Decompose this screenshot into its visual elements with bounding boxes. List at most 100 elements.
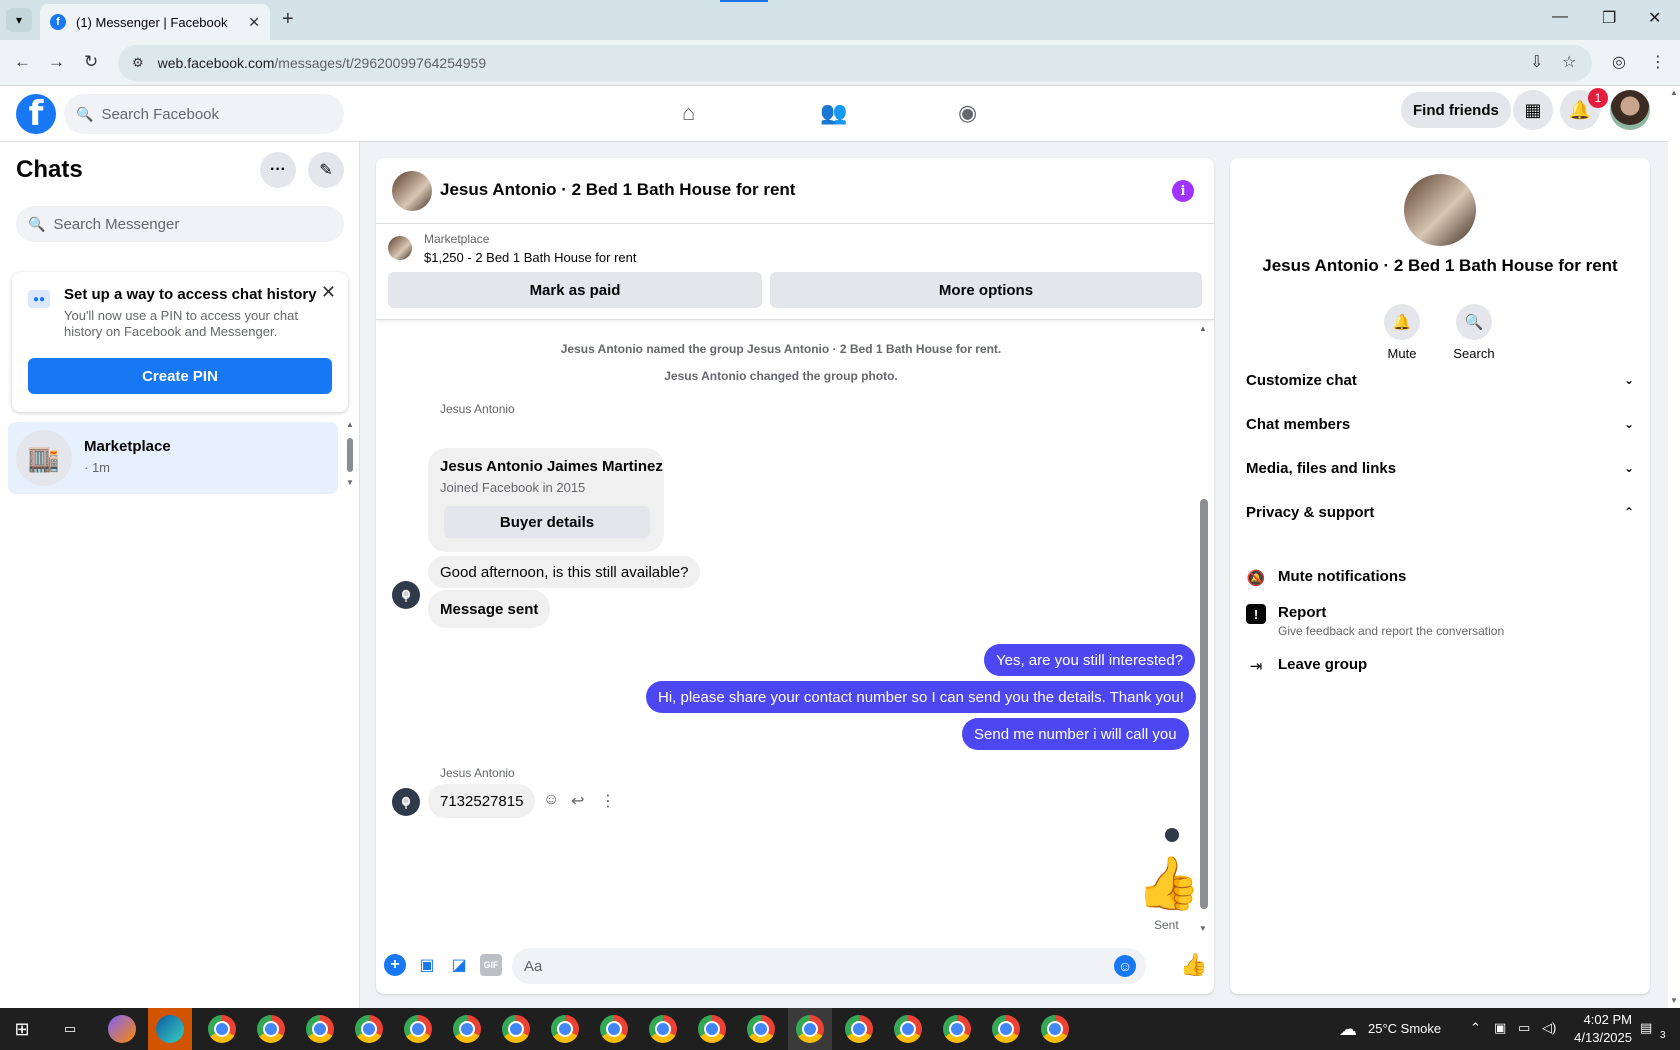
scrollbar-thumb[interactable]	[347, 438, 353, 472]
facebook-search-input[interactable]: 🔍 Search Facebook	[64, 94, 344, 134]
account-avatar[interactable]	[1610, 90, 1650, 130]
scroll-down-icon[interactable]: ▼	[1670, 996, 1678, 1005]
chat-members-section[interactable]: Chat members ⌄	[1246, 404, 1634, 444]
windows-start-icon[interactable]: ⊞	[8, 1015, 36, 1043]
page-scrollbar[interactable]: ▲ ▼	[1668, 86, 1680, 1008]
address-bar[interactable]: ⚙ web.facebook.com/messages/t/2962009976…	[118, 45, 1592, 81]
chat-list-item-marketplace[interactable]: 🏬 Marketplace · 1m	[8, 422, 338, 494]
volume-icon[interactable]: ◁)	[1542, 1020, 1556, 1036]
scroll-down-icon[interactable]: ▼	[346, 478, 354, 487]
leave-group-item[interactable]: ⇥ Leave group	[1246, 656, 1634, 680]
messenger-search-input[interactable]: 🔍 Search Messenger	[16, 206, 344, 242]
group-avatar-large[interactable]	[1404, 174, 1476, 246]
mark-as-paid-button[interactable]: Mark as paid	[388, 272, 762, 308]
sender-avatar[interactable]: ⚲	[392, 581, 420, 609]
chrome-icon[interactable]	[306, 1015, 334, 1043]
chrome-icon[interactable]	[208, 1015, 236, 1043]
chrome-icon[interactable]	[992, 1015, 1020, 1043]
new-message-icon[interactable]: ✎	[308, 152, 344, 188]
chrome-icon[interactable]	[796, 1015, 824, 1043]
reload-icon[interactable]: ↻	[84, 52, 98, 72]
forward-icon[interactable]: →	[48, 52, 65, 72]
report-item[interactable]: ! Report Give feedback and report the co…	[1246, 604, 1634, 644]
weather-text[interactable]: 25°C Smoke	[1368, 1021, 1441, 1036]
conversation-scrollbar[interactable]: ▲ ▼	[1198, 324, 1210, 934]
chrome-icon[interactable]	[747, 1015, 775, 1043]
chrome-icon[interactable]	[453, 1015, 481, 1043]
chrome-icon[interactable]	[600, 1015, 628, 1043]
meet-icon[interactable]: ▣	[1494, 1020, 1506, 1036]
gif-icon[interactable]: GIF	[480, 954, 502, 976]
bell-icon[interactable]: 🔔	[1384, 304, 1420, 340]
profile-icon[interactable]: ◎	[1612, 52, 1626, 72]
privacy-support-section[interactable]: Privacy & support ⌃	[1246, 492, 1634, 532]
like-send-icon[interactable]: 👍	[1180, 952, 1207, 978]
message-input[interactable]: Aa ☺	[512, 948, 1146, 984]
weather-icon[interactable]: ☁	[1334, 1015, 1362, 1043]
chrome-icon[interactable]	[845, 1015, 873, 1043]
search-icon[interactable]: 🔍	[1456, 304, 1492, 340]
new-tab-button[interactable]: +	[282, 8, 294, 31]
tab-search-button[interactable]: ▾	[6, 8, 32, 32]
scrollbar-thumb[interactable]	[1200, 499, 1208, 909]
browser-tab-messenger[interactable]: f (1) Messenger | Facebook ✕	[40, 4, 270, 40]
outgoing-message[interactable]: Yes, are you still interested?	[984, 644, 1196, 676]
chrome-icon[interactable]	[257, 1015, 285, 1043]
chrome-icon[interactable]	[502, 1015, 530, 1043]
chrome-icon[interactable]	[943, 1015, 971, 1043]
groups-icon[interactable]: ◉	[958, 100, 977, 126]
chrome-icon[interactable]	[649, 1015, 677, 1043]
chats-options-icon[interactable]: ···	[260, 152, 296, 188]
site-info-icon[interactable]: ⚙	[132, 55, 144, 71]
thumbs-up-sticker-icon[interactable]: 👍	[1136, 858, 1201, 910]
home-icon[interactable]: ⌂	[682, 100, 695, 126]
scroll-down-icon[interactable]: ▼	[1199, 924, 1207, 933]
close-icon[interactable]: ✕	[321, 282, 336, 303]
chat-list-scrollbar[interactable]: ▲ ▼	[346, 420, 354, 500]
find-friends-button[interactable]: Find friends	[1401, 92, 1511, 128]
clock-date[interactable]: 4/13/2025	[1566, 1030, 1632, 1045]
network-icon[interactable]: ▭	[1518, 1020, 1530, 1036]
outgoing-message[interactable]: Hi, please share your contact number so …	[646, 681, 1196, 713]
more-actions-icon[interactable]: ⋮	[600, 791, 616, 811]
facebook-logo-icon[interactable]: f	[16, 94, 56, 134]
chrome-icon[interactable]	[698, 1015, 726, 1043]
attach-photo-icon[interactable]: ▣	[416, 954, 438, 976]
incoming-message[interactable]: 7132527815	[428, 784, 536, 818]
chrome-icon[interactable]	[1041, 1015, 1069, 1043]
listing-thumbnail[interactable]	[388, 236, 412, 260]
mute-action[interactable]: 🔔 Mute	[1367, 304, 1437, 361]
buyer-details-button[interactable]: Buyer details	[444, 506, 650, 538]
add-actions-icon[interactable]: +	[384, 954, 406, 976]
group-avatar[interactable]	[392, 171, 432, 211]
incoming-message[interactable]: Message sent	[428, 590, 551, 628]
react-emoji-icon[interactable]: ☺	[543, 791, 559, 809]
minimize-icon[interactable]: —	[1552, 8, 1568, 26]
conversation-title[interactable]: Jesus Antonio · 2 Bed 1 Bath House for r…	[440, 180, 795, 200]
scroll-up-icon[interactable]: ▲	[1670, 88, 1678, 97]
friends-icon[interactable]: 👥	[820, 100, 847, 126]
chrome-icon[interactable]	[894, 1015, 922, 1043]
install-app-icon[interactable]: ⇩	[1530, 52, 1543, 72]
info-icon[interactable]: i	[1172, 180, 1194, 202]
search-action[interactable]: 🔍 Search	[1439, 304, 1509, 361]
more-options-button[interactable]: More options	[770, 272, 1202, 308]
customize-chat-section[interactable]: Customize chat ⌄	[1246, 360, 1634, 400]
notification-center-icon[interactable]: ▤	[1640, 1020, 1652, 1036]
edge-icon[interactable]	[156, 1015, 184, 1043]
listing-price[interactable]: $1,250 - 2 Bed 1 Bath House for rent	[424, 250, 636, 265]
outgoing-message[interactable]: Send me number i will call you	[962, 718, 1189, 750]
show-hidden-icons-icon[interactable]: ⌃	[1470, 1020, 1481, 1036]
browser-menu-icon[interactable]: ⋮	[1650, 52, 1666, 72]
window-close-icon[interactable]: ✕	[1648, 8, 1661, 28]
emoji-icon[interactable]: ☺	[1114, 955, 1136, 977]
clock-time[interactable]: 4:02 PM	[1574, 1012, 1632, 1027]
scroll-up-icon[interactable]: ▲	[346, 420, 354, 429]
sender-avatar[interactable]: ⚲	[392, 788, 420, 816]
copilot-icon[interactable]	[108, 1015, 136, 1043]
incoming-message[interactable]: Good afternoon, is this still available?	[428, 556, 701, 588]
scroll-up-icon[interactable]: ▲	[1199, 324, 1207, 333]
menu-grid-icon[interactable]: ▦	[1513, 90, 1553, 130]
chrome-icon[interactable]	[355, 1015, 383, 1043]
back-icon[interactable]: ←	[14, 52, 31, 72]
